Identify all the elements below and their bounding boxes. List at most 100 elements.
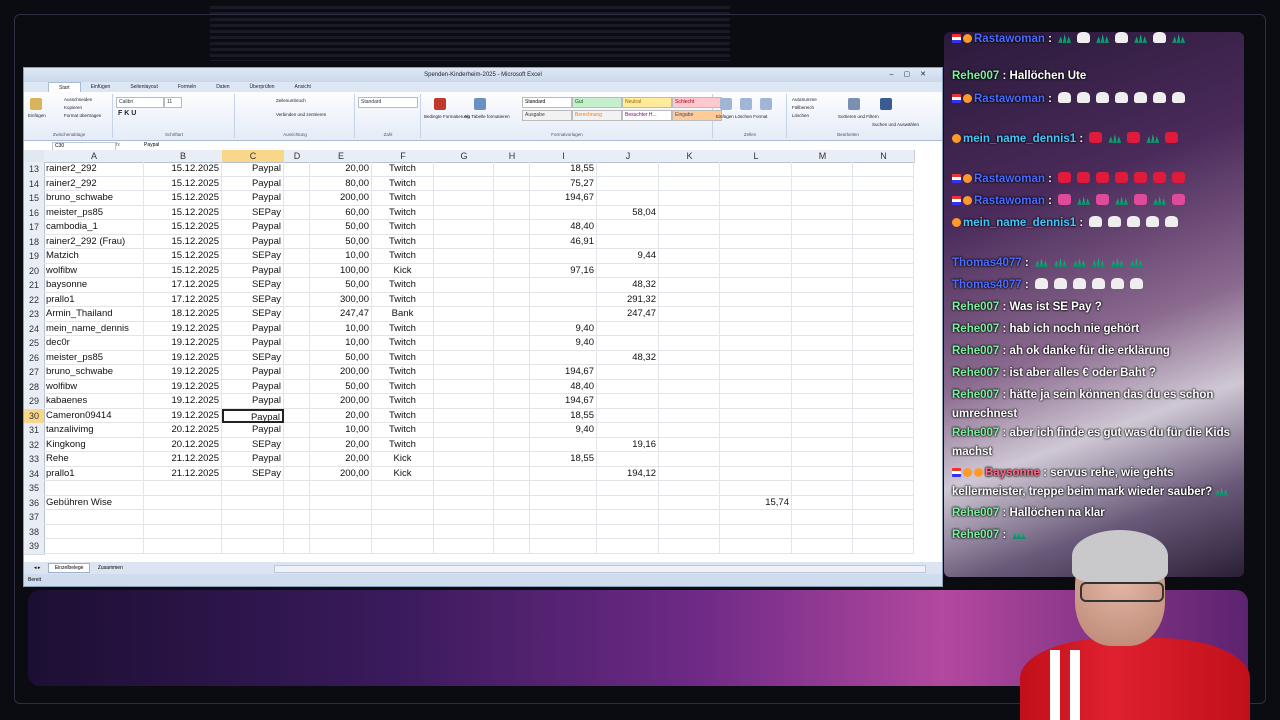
cell-h36[interactable] [494, 495, 530, 510]
cell-j30[interactable] [597, 408, 659, 423]
chat-username[interactable]: mein_name_dennis1 [963, 217, 1076, 229]
row-header[interactable]: 21 [24, 278, 45, 294]
cell-d39[interactable] [284, 539, 310, 554]
cell-a26[interactable]: meister_ps85 [44, 350, 144, 365]
cell-b26[interactable]: 19.12.2025 [144, 350, 222, 365]
cell-e37[interactable] [310, 510, 372, 525]
cell-i35[interactable] [530, 481, 597, 496]
cell-m34[interactable] [792, 466, 853, 481]
cell-n29[interactable] [853, 394, 914, 409]
cell-b33[interactable]: 21.12.2025 [144, 452, 222, 467]
cell-c22[interactable]: SEPay [222, 292, 284, 307]
cell-l31[interactable] [720, 423, 792, 438]
cell-l32[interactable] [720, 437, 792, 452]
cell-k34[interactable] [659, 466, 720, 481]
cell-i17[interactable]: 48,40 [530, 220, 597, 235]
cell-f35[interactable] [372, 481, 434, 496]
chat-username[interactable]: Rehe007 [952, 70, 999, 82]
cell-l38[interactable] [720, 524, 792, 539]
cell-i25[interactable]: 9,40 [530, 336, 597, 351]
cell-l20[interactable] [720, 263, 792, 278]
cell-n31[interactable] [853, 423, 914, 438]
cell-d18[interactable] [284, 234, 310, 249]
cell-c30[interactable]: Paypal [222, 408, 284, 423]
cell-c34[interactable]: SEPay [222, 466, 284, 481]
cell-n36[interactable] [853, 495, 914, 510]
cell-h27[interactable] [494, 365, 530, 380]
cell-k18[interactable] [659, 234, 720, 249]
cell-g36[interactable] [434, 495, 494, 510]
cell-k16[interactable] [659, 205, 720, 220]
cell-j25[interactable] [597, 336, 659, 351]
cell-a24[interactable]: mein_name_dennis [44, 321, 144, 336]
cell-b23[interactable]: 18.12.2025 [144, 307, 222, 322]
chat-username[interactable]: Rehe007 [952, 367, 999, 379]
cell-a27[interactable]: bruno_schwabe [44, 365, 144, 380]
cell-e18[interactable]: 50,00 [310, 234, 372, 249]
cell-i38[interactable] [530, 524, 597, 539]
cell-j36[interactable] [597, 495, 659, 510]
cell-m18[interactable] [792, 234, 853, 249]
cell-f32[interactable]: Twitch [372, 437, 434, 452]
cell-f29[interactable]: Twitch [372, 394, 434, 409]
cell-i15[interactable]: 194,67 [530, 191, 597, 206]
cell-d19[interactable] [284, 249, 310, 264]
cell-c33[interactable]: Paypal [222, 452, 284, 467]
cell-k24[interactable] [659, 321, 720, 336]
style-swatch[interactable]: Gut [572, 97, 622, 108]
cell-g33[interactable] [434, 452, 494, 467]
cell-j23[interactable]: 247,47 [597, 307, 659, 322]
cell-a19[interactable]: Matzich [44, 249, 144, 264]
cut-button[interactable]: Ausschneiden [64, 97, 92, 102]
cell-c13[interactable]: Paypal [222, 162, 284, 177]
find-select-icon[interactable] [880, 98, 892, 110]
cell-e15[interactable]: 200,00 [310, 191, 372, 206]
cell-i30[interactable]: 18,55 [530, 408, 597, 423]
cell-c37[interactable] [222, 510, 284, 525]
row-header[interactable]: 27 [24, 365, 45, 381]
cell-d33[interactable] [284, 452, 310, 467]
cell-j31[interactable] [597, 423, 659, 438]
cell-n13[interactable] [853, 162, 914, 177]
style-swatch[interactable]: Ausgabe [522, 110, 572, 121]
cell-l24[interactable] [720, 321, 792, 336]
cell-b38[interactable] [144, 524, 222, 539]
cell-f13[interactable]: Twitch [372, 162, 434, 177]
cell-n16[interactable] [853, 205, 914, 220]
cell-f19[interactable]: Twitch [372, 249, 434, 264]
cell-c32[interactable]: SEPay [222, 437, 284, 452]
chat-username[interactable]: Thomas4077 [952, 279, 1022, 291]
autosum-button[interactable]: AutoSumme [792, 97, 817, 102]
cell-j37[interactable] [597, 510, 659, 525]
cell-j20[interactable] [597, 263, 659, 278]
cell-k21[interactable] [659, 278, 720, 293]
copy-button[interactable]: Kopieren [64, 105, 82, 110]
cell-c14[interactable]: Paypal [222, 176, 284, 191]
cell-l39[interactable] [720, 539, 792, 554]
tab-ansicht[interactable]: Ansicht [285, 82, 321, 92]
cell-k33[interactable] [659, 452, 720, 467]
cell-e35[interactable] [310, 481, 372, 496]
cell-l25[interactable] [720, 336, 792, 351]
cell-g28[interactable] [434, 379, 494, 394]
cell-k36[interactable] [659, 495, 720, 510]
cell-k30[interactable] [659, 408, 720, 423]
cell-g26[interactable] [434, 350, 494, 365]
cell-e21[interactable]: 50,00 [310, 278, 372, 293]
row-header[interactable]: 20 [24, 263, 45, 279]
cell-m17[interactable] [792, 220, 853, 235]
cell-n39[interactable] [853, 539, 914, 554]
row-header[interactable]: 31 [24, 423, 45, 439]
cell-f33[interactable]: Kick [372, 452, 434, 467]
cell-i32[interactable] [530, 437, 597, 452]
cell-j34[interactable]: 194,12 [597, 466, 659, 481]
cell-n33[interactable] [853, 452, 914, 467]
cell-m19[interactable] [792, 249, 853, 264]
cell-l17[interactable] [720, 220, 792, 235]
cell-d29[interactable] [284, 394, 310, 409]
cell-j22[interactable]: 291,32 [597, 292, 659, 307]
cell-h39[interactable] [494, 539, 530, 554]
chat-username[interactable]: mein_name_dennis1 [963, 133, 1076, 145]
cell-e34[interactable]: 200,00 [310, 466, 372, 481]
wrap-text-button[interactable]: Zeilenumbruch [276, 98, 306, 103]
